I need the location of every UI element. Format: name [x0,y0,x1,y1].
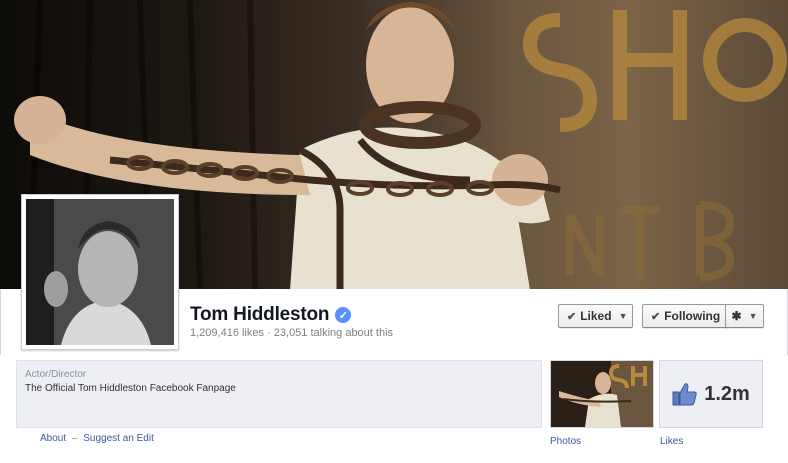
following-label: Following [664,309,721,323]
likes-link[interactable]: Likes [660,436,683,447]
check-icon: ✔ [651,310,661,323]
page-description: The Official Tom Hiddleston Facebook Fan… [25,383,236,394]
about-links: About – Suggest an Edit [40,433,154,444]
profile-photo [26,199,174,345]
page-title[interactable]: Tom Hiddleston [190,304,330,326]
settings-button[interactable]: ✱ ▼ [725,304,764,328]
gear-icon: ✱ [731,309,742,323]
thumbs-up-icon [672,383,697,406]
likes-tile[interactable]: 1.2m [659,360,763,428]
chevron-down-icon: ▼ [748,311,758,321]
check-icon: ✔ [567,310,577,323]
profile-picture[interactable] [21,194,179,350]
about-link[interactable]: About [40,433,66,444]
liked-label: Liked [580,309,612,323]
suggest-edit-link[interactable]: Suggest an Edit [83,433,154,444]
liked-button[interactable]: ✔ Liked ▼ [558,304,633,328]
verified-badge-icon: ✓ [335,307,352,323]
about-box: Actor/Director The Official Tom Hiddlest… [16,360,542,428]
page-name-row: Tom Hiddleston ✓ [190,304,352,326]
page-stats: 1,209,416 likes · 23,051 talking about t… [190,327,394,339]
photos-link[interactable]: Photos [550,436,581,447]
photos-thumbnail [551,361,653,427]
link-separator: – [71,433,78,444]
photos-tile[interactable] [550,360,654,428]
following-button[interactable]: ✔ Following [642,304,729,328]
facebook-page: Tom Hiddleston ✓ 1,209,416 likes · 23,05… [0,0,788,463]
chevron-down-icon: ▼ [618,311,628,321]
likes-count: 1.2m [704,382,750,405]
page-category: Actor/Director [25,369,87,380]
